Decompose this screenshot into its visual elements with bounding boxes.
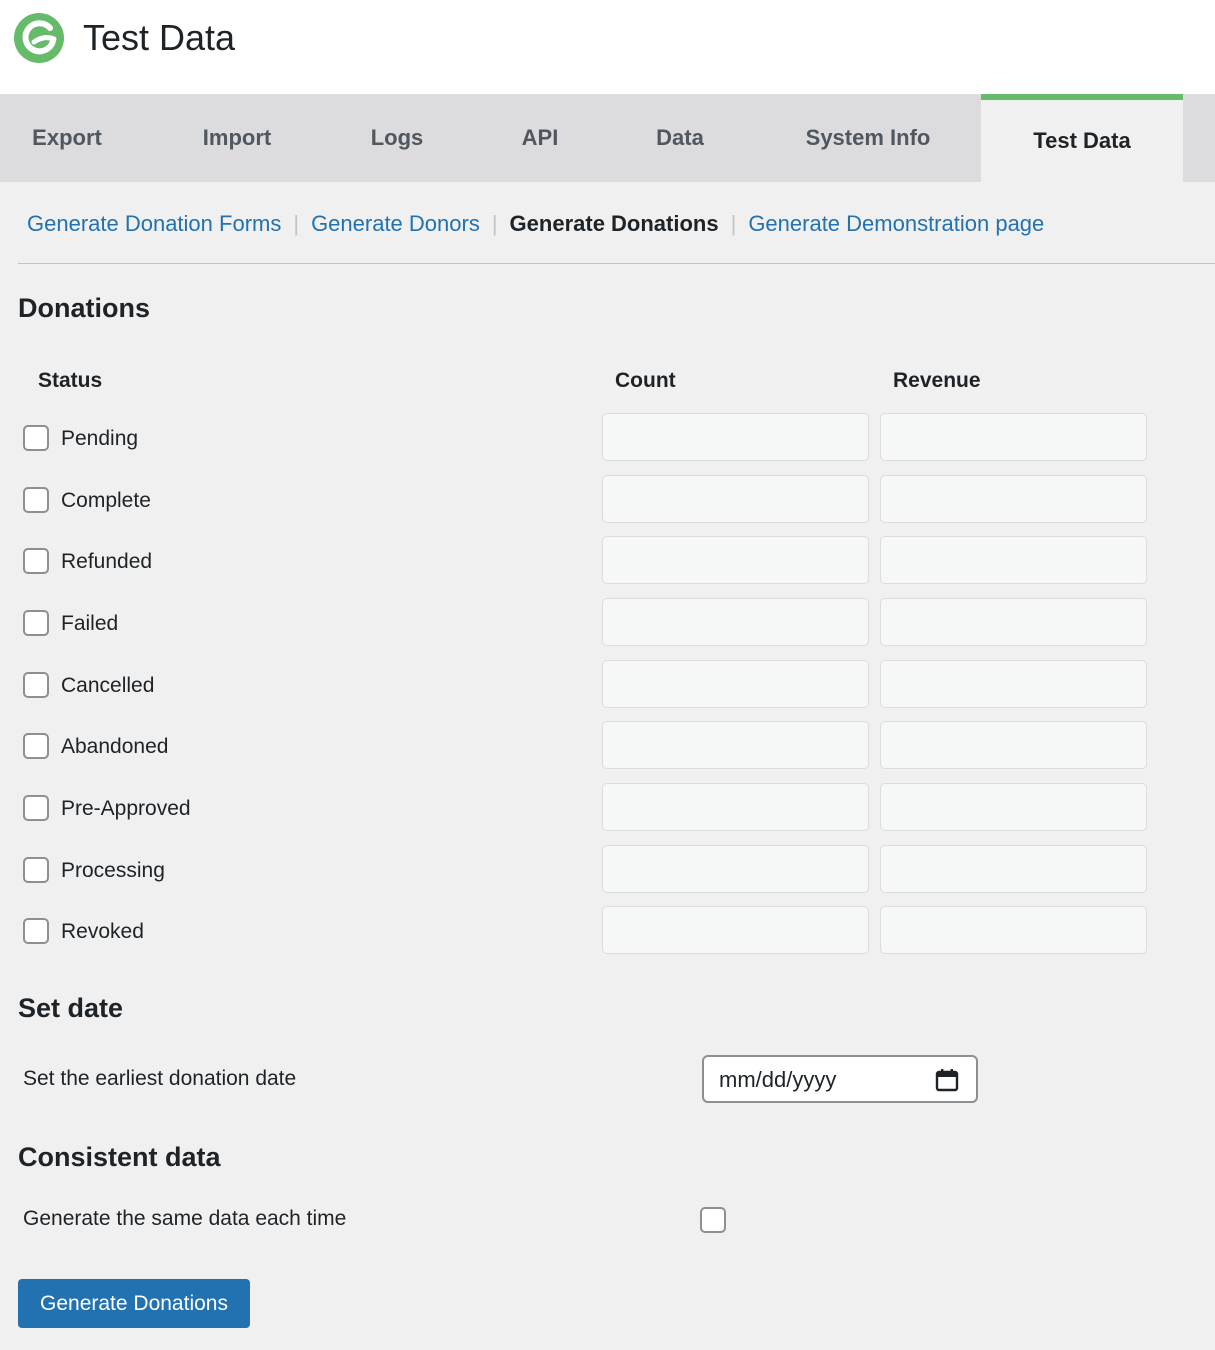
divider (18, 263, 1215, 264)
status-row-abandoned: Abandoned (0, 721, 1215, 771)
calendar-icon[interactable] (934, 1067, 960, 1093)
pre-approved-revenue-input[interactable] (880, 783, 1147, 831)
tab-system-info[interactable]: System Info (768, 94, 968, 182)
same-data-label: Generate the same data each time (23, 1207, 347, 1230)
revoked-count-input[interactable] (602, 906, 869, 954)
status-row-complete: Complete (0, 475, 1215, 525)
tab-test-data[interactable]: Test Data (981, 94, 1183, 182)
complete-revenue-input[interactable] (880, 475, 1147, 523)
abandoned-count-input[interactable] (602, 721, 869, 769)
tab-import[interactable]: Import (160, 94, 314, 182)
refunded-count-input[interactable] (602, 536, 869, 584)
consistent-data-heading: Consistent data (18, 1142, 221, 1172)
processing-count-input[interactable] (602, 845, 869, 893)
set-date-heading: Set date (18, 993, 124, 1023)
status-row-pre-approved: Pre-Approved (0, 783, 1215, 833)
failed-checkbox[interactable] (23, 610, 49, 636)
revoked-revenue-input[interactable] (880, 906, 1147, 954)
donations-heading: Donations (18, 293, 150, 323)
subnav-separator: | (491, 211, 498, 236)
tab-api[interactable]: API (485, 94, 595, 182)
same-data-checkbox[interactable] (700, 1207, 726, 1233)
subnav-separator: | (730, 211, 737, 236)
count-column-header: Count (615, 369, 676, 392)
date-placeholder: mm/dd/yyyy (719, 1067, 837, 1092)
complete-checkbox[interactable] (23, 487, 49, 513)
status-label: Pre-Approved (61, 797, 191, 820)
top-bar: Test Data (0, 0, 1215, 94)
status-row-refunded: Refunded (0, 536, 1215, 586)
revenue-column-header: Revenue (893, 369, 981, 392)
status-label: Abandoned (61, 735, 169, 758)
link-generate-demonstration-page[interactable]: Generate Demonstration page (748, 211, 1044, 237)
status-column-header: Status (38, 369, 103, 392)
givewp-logo-icon (14, 13, 64, 63)
processing-checkbox[interactable] (23, 857, 49, 883)
status-row-failed: Failed (0, 598, 1215, 648)
main-tabs: Export Import Logs API Data System Info … (0, 94, 1215, 182)
refunded-revenue-input[interactable] (880, 536, 1147, 584)
abandoned-revenue-input[interactable] (880, 721, 1147, 769)
complete-count-input[interactable] (602, 475, 869, 523)
pre-approved-checkbox[interactable] (23, 795, 49, 821)
status-label: Revoked (61, 920, 144, 943)
revoked-checkbox[interactable] (23, 918, 49, 944)
failed-count-input[interactable] (602, 598, 869, 646)
status-label: Cancelled (61, 674, 155, 697)
link-generate-donation-forms[interactable]: Generate Donation Forms (27, 211, 281, 237)
pending-checkbox[interactable] (23, 425, 49, 451)
earliest-date-input[interactable]: mm/dd/yyyy (702, 1055, 978, 1103)
subnav-separator: | (293, 211, 300, 236)
status-label: Complete (61, 489, 151, 512)
status-row-cancelled: Cancelled (0, 660, 1215, 710)
pre-approved-count-input[interactable] (602, 783, 869, 831)
tab-logs[interactable]: Logs (340, 94, 454, 182)
processing-revenue-input[interactable] (880, 845, 1147, 893)
tab-export[interactable]: Export (0, 94, 134, 182)
cancelled-revenue-input[interactable] (880, 660, 1147, 708)
pending-count-input[interactable] (602, 413, 869, 461)
refunded-checkbox[interactable] (23, 548, 49, 574)
cancelled-checkbox[interactable] (23, 672, 49, 698)
pending-revenue-input[interactable] (880, 413, 1147, 461)
status-label: Failed (61, 612, 119, 635)
status-label: Refunded (61, 550, 153, 573)
page-title: Test Data (83, 17, 236, 58)
sub-navigation: Generate Donation Forms | Generate Donor… (18, 204, 1044, 244)
earliest-date-label: Set the earliest donation date (23, 1067, 297, 1090)
failed-revenue-input[interactable] (880, 598, 1147, 646)
current-generate-donations: Generate Donations (509, 211, 719, 236)
status-label: Processing (61, 859, 165, 882)
link-generate-donors[interactable]: Generate Donors (311, 211, 480, 237)
generate-donations-button[interactable]: Generate Donations (18, 1279, 250, 1328)
cancelled-count-input[interactable] (602, 660, 869, 708)
status-row-revoked: Revoked (0, 906, 1215, 956)
abandoned-checkbox[interactable] (23, 733, 49, 759)
status-row-processing: Processing (0, 845, 1215, 895)
status-label: Pending (61, 427, 139, 450)
tab-data[interactable]: Data (620, 94, 740, 182)
status-row-pending: Pending (0, 413, 1215, 463)
